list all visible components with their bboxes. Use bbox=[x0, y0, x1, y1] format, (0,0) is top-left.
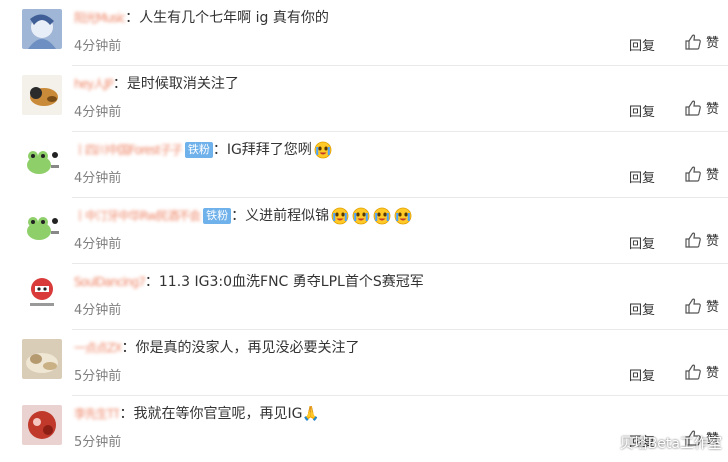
like-button[interactable]: 赞 bbox=[684, 296, 719, 315]
like-button[interactable]: 赞 bbox=[684, 98, 719, 117]
comment-text: 义进前程似锦 bbox=[245, 208, 330, 224]
comment-username[interactable]: 李先生TT bbox=[74, 404, 119, 424]
thumbs-up-icon bbox=[684, 33, 706, 51]
thumbs-up-icon bbox=[684, 99, 706, 117]
watermark: 贝塔Beta工作室 bbox=[619, 436, 722, 452]
comment-colon: ： bbox=[212, 142, 227, 158]
crying-emoji-icon bbox=[330, 206, 350, 226]
reply-button[interactable]: 回复 bbox=[629, 101, 655, 120]
comment-time: 5分钟前 bbox=[74, 369, 122, 384]
comment-username[interactable]: 丨四川中国Forest子子 bbox=[74, 140, 182, 160]
comment-line: hey人JP：是时候取消关注了 bbox=[74, 74, 239, 94]
thumbs-up-icon bbox=[684, 363, 706, 381]
comment-text: 11.3 IG3:0血洗FNC 勇夺LPL首个S赛冠军 bbox=[158, 274, 424, 290]
comment-item: 阳光Music：人生有几个七年啊 ig 真有你的 4分钟前 回复 赞 bbox=[0, 0, 728, 66]
reply-button[interactable]: 回复 bbox=[629, 299, 655, 318]
comment-username[interactable]: SoulDancing7 bbox=[74, 272, 145, 292]
crying-emoji-icon bbox=[393, 206, 413, 226]
like-label: 赞 bbox=[706, 234, 720, 249]
reply-button[interactable]: 回复 bbox=[629, 167, 655, 186]
comment-line: 一点点ZX：你是真的没家人，再见没必要关注了 bbox=[74, 338, 359, 358]
avatar-cat-icon[interactable] bbox=[22, 339, 62, 379]
reply-button[interactable]: 回复 bbox=[629, 35, 655, 54]
comment-time: 4分钟前 bbox=[74, 303, 122, 318]
like-label: 赞 bbox=[706, 102, 720, 117]
like-button[interactable]: 赞 bbox=[684, 32, 719, 51]
reply-button[interactable]: 回复 bbox=[629, 365, 655, 384]
crying-emoji-icon bbox=[372, 206, 392, 226]
avatar-red-mask-icon[interactable] bbox=[22, 273, 62, 313]
like-button[interactable]: 赞 bbox=[684, 164, 719, 183]
comment-colon: ： bbox=[121, 340, 136, 356]
comment-line: 丨中汀牙中华Rw民酒不会 铁粉：义进前程似锦 bbox=[74, 206, 413, 226]
comment-time: 4分钟前 bbox=[74, 171, 122, 186]
reply-button[interactable]: 回复 bbox=[629, 233, 655, 252]
comment-colon: ： bbox=[144, 274, 159, 290]
comment-line: SoulDancing7： 11.3 IG3:0血洗FNC 勇夺LPL首个S赛冠军 bbox=[74, 272, 424, 292]
avatar-red-icon[interactable] bbox=[22, 405, 62, 445]
like-button[interactable]: 赞 bbox=[684, 362, 719, 381]
comment-line: 丨四川中国Forest子子 铁粉： IG拜拜了您咧 bbox=[74, 140, 333, 160]
like-label: 赞 bbox=[706, 300, 720, 315]
comment-item: 丨四川中国Forest子子 铁粉： IG拜拜了您咧 4分钟前 回复 赞 bbox=[0, 132, 728, 198]
thumbs-up-icon bbox=[684, 231, 706, 249]
avatar-frog-icon[interactable] bbox=[22, 207, 62, 247]
thumbs-up-icon bbox=[684, 297, 706, 315]
crying-emoji-icon bbox=[351, 206, 371, 226]
comment-item: 一点点ZX：你是真的没家人，再见没必要关注了 5分钟前 回复 赞 bbox=[0, 330, 728, 396]
thumbs-up-icon bbox=[684, 165, 706, 183]
comment-username[interactable]: 丨中汀牙中华Rw民酒不会 bbox=[74, 206, 200, 226]
like-label: 赞 bbox=[706, 168, 720, 183]
comment-username[interactable]: 一点点ZX bbox=[74, 338, 121, 358]
comment-item: 丨中汀牙中华Rw民酒不会 铁粉：义进前程似锦 4分钟前 回复 赞 bbox=[0, 198, 728, 264]
comment-colon: ： bbox=[112, 76, 127, 92]
comment-time: 4分钟前 bbox=[74, 39, 122, 54]
comment-text: 你是真的没家人，再见没必要关注了 bbox=[135, 340, 360, 356]
comment-colon: ： bbox=[119, 406, 134, 422]
comment-text: IG拜拜了您咧 bbox=[226, 142, 312, 158]
avatar-dog-icon[interactable] bbox=[22, 75, 62, 115]
comment-line: 阳光Music：人生有几个七年啊 ig 真有你的 bbox=[74, 8, 329, 28]
comment-text: 我就在等你官宣呢，再见IG🙏 bbox=[133, 406, 320, 422]
crying-emoji-icon bbox=[313, 140, 333, 160]
comment-username[interactable]: 阳光Music bbox=[74, 8, 125, 28]
comment-text: 是时候取消关注了 bbox=[126, 76, 239, 92]
comment-time: 5分钟前 bbox=[74, 435, 122, 450]
like-label: 赞 bbox=[706, 366, 720, 381]
fan-badge[interactable]: 铁粉 bbox=[184, 142, 213, 158]
comment-item: SoulDancing7： 11.3 IG3:0血洗FNC 勇夺LPL首个S赛冠军… bbox=[0, 264, 728, 330]
comment-time: 4分钟前 bbox=[74, 237, 122, 252]
comment-text: 人生有几个七年啊 ig 真有你的 bbox=[139, 10, 329, 26]
comment-colon: ： bbox=[125, 10, 140, 26]
comment-username[interactable]: hey人JP bbox=[74, 74, 113, 94]
comment-line: 李先生TT：我就在等你官宣呢，再见IG🙏 bbox=[74, 404, 320, 424]
fan-badge[interactable]: 铁粉 bbox=[203, 208, 232, 224]
like-button[interactable]: 赞 bbox=[684, 230, 719, 249]
comment-colon: ： bbox=[231, 208, 246, 224]
avatar-blue-anime-icon[interactable] bbox=[22, 9, 62, 49]
comment-time: 4分钟前 bbox=[74, 105, 122, 120]
comment-item: hey人JP：是时候取消关注了 4分钟前 回复 赞 bbox=[0, 66, 728, 132]
like-label: 赞 bbox=[706, 36, 720, 51]
avatar-frog-icon[interactable] bbox=[22, 141, 62, 181]
